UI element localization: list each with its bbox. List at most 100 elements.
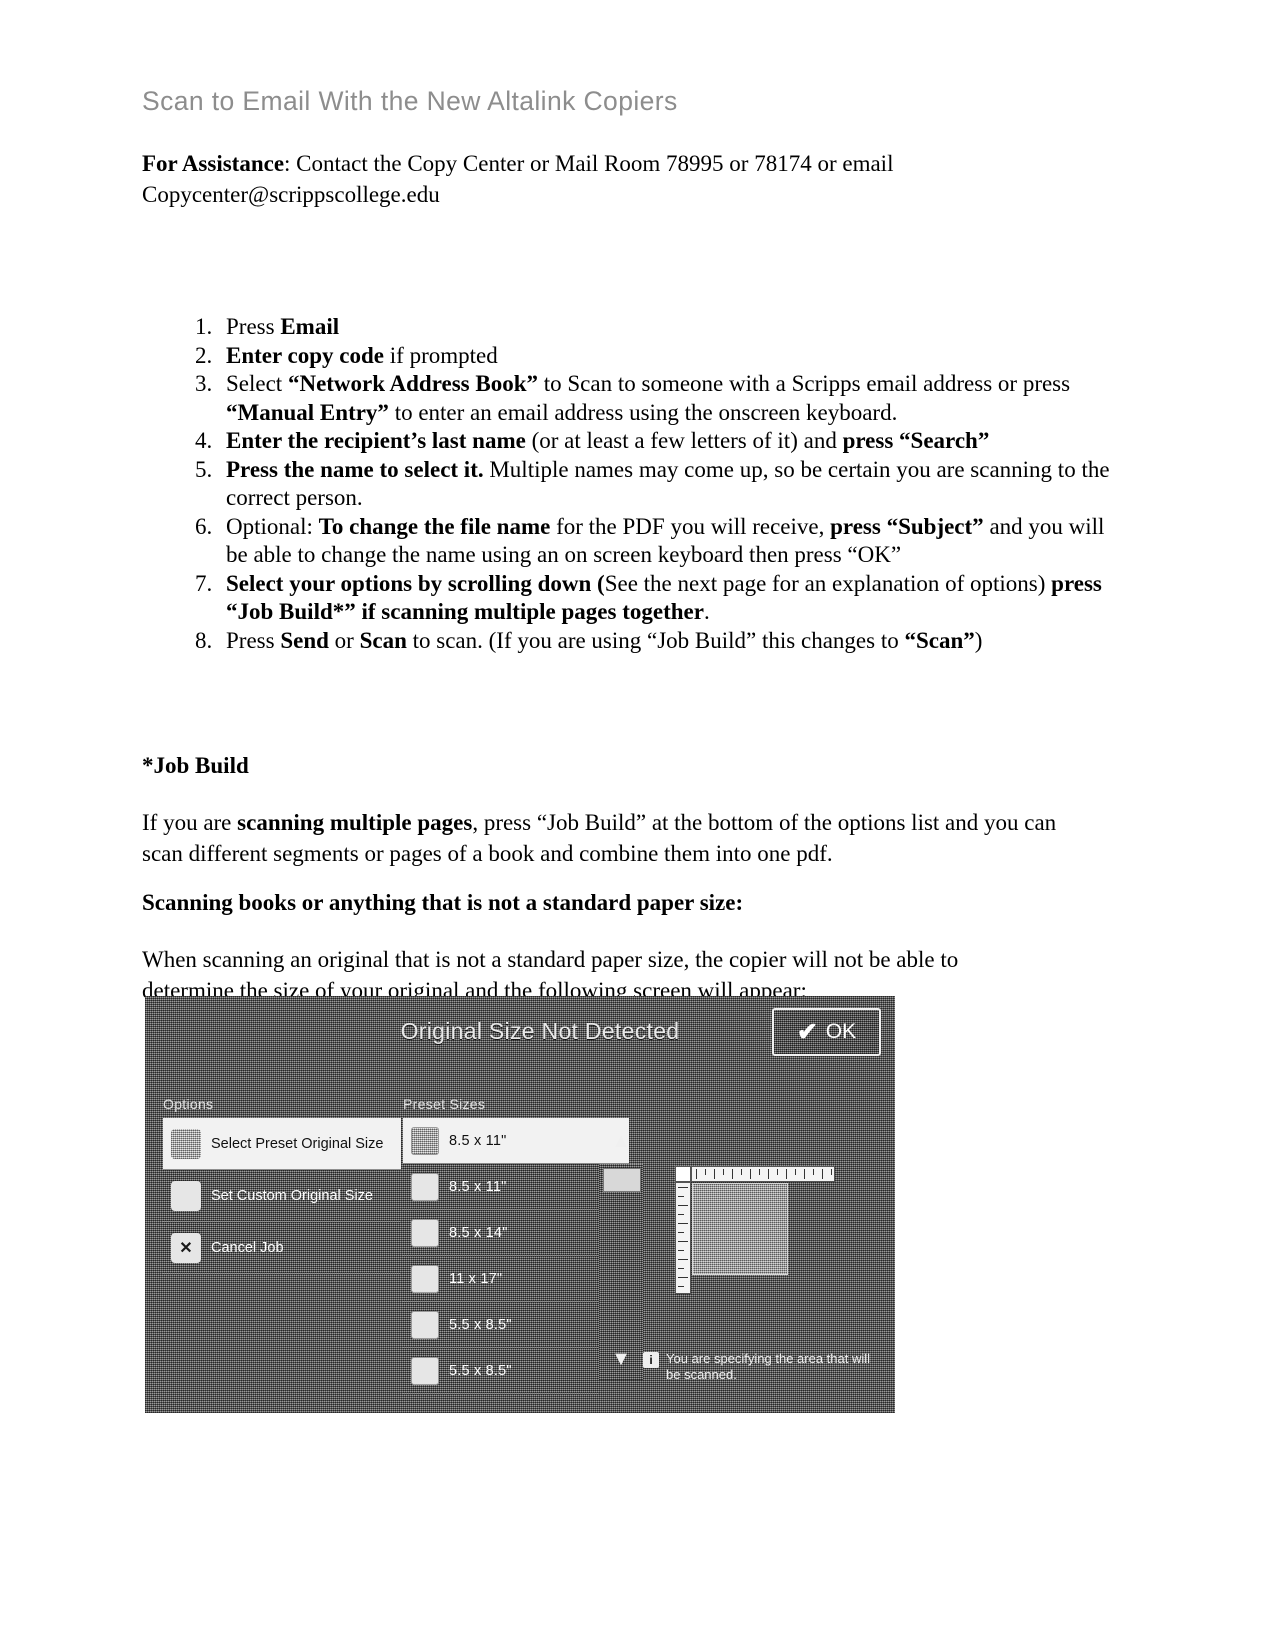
paper-size-icon [411, 1264, 439, 1293]
ruler-tick [678, 1196, 684, 1197]
ruler-corner [675, 1166, 691, 1182]
step-text: (or at least a few letters of it) and [525, 428, 843, 453]
preset-size-row[interactable]: 11 x 17" [403, 1256, 599, 1302]
step-text: See the next page for an explanation of … [604, 570, 1052, 596]
job-build-paragraph: If you are scanning multiple pages, pres… [142, 807, 1062, 869]
step-text: Optional: [226, 513, 319, 539]
job-build-heading: *Job Build [142, 753, 249, 778]
step-text: or [328, 627, 360, 653]
ruler-tick [741, 1169, 742, 1175]
step-item: Press Send or Scan to scan. (If you are … [218, 627, 1128, 656]
ruler-tick [768, 1169, 769, 1179]
job-build-pre: If you are [142, 810, 238, 835]
step-item: Optional: To change the file name for th… [218, 513, 1128, 570]
step-text: Press the name to select it. [226, 456, 484, 482]
ruler-tick [804, 1169, 805, 1179]
option-row[interactable]: Select Preset Original Size [163, 1118, 401, 1170]
ruler-tick [678, 1232, 684, 1233]
ruler-tick [750, 1169, 751, 1179]
step-item: Enter the recipient’s last name (or at l… [218, 427, 1128, 456]
checkmark-icon: ✔ [796, 1017, 818, 1046]
scrollbar-thumb[interactable] [603, 1168, 641, 1192]
info-icon: i [643, 1352, 659, 1368]
ruler-horizontal [691, 1166, 835, 1182]
preset-size-icon [171, 1128, 201, 1159]
options-list: Select Preset Original Size Set Custom Or… [163, 1118, 401, 1276]
step-item: Select “Network Address Book” to Scan to… [218, 370, 1128, 427]
preset-size-label: 8.5 x 11" [449, 1178, 507, 1195]
scroll-down-icon[interactable]: ▼ [599, 1338, 643, 1380]
ruler-tick [678, 1241, 688, 1242]
job-build-bold: scanning multiple pages [237, 810, 473, 835]
step-item: Press the name to select it. Multiple na… [218, 456, 1128, 513]
step-text: “Manual Entry” [226, 399, 389, 425]
ruler-tick [678, 1259, 688, 1260]
ruler-tick [732, 1169, 733, 1179]
step-text: to enter an email address using the onsc… [388, 399, 898, 425]
ruler-tick [714, 1169, 715, 1179]
preset-size-row[interactable]: 8.5 x 11" [403, 1164, 599, 1210]
step-item: Select your options by scrolling down (S… [218, 570, 1128, 627]
scan-area-rectangle[interactable] [692, 1183, 788, 1275]
paper-size-icon [411, 1310, 439, 1339]
ok-button-label: OK [825, 1020, 857, 1043]
preset-size-row[interactable]: 8.5 x 14" [403, 1210, 599, 1256]
copier-screenshot: Original Size Not Detected ✔ OK Options … [145, 996, 895, 1413]
step-text: Press [226, 314, 281, 339]
step-text: Press [226, 627, 281, 653]
ruler-tick [678, 1250, 684, 1251]
copier-screen-title: Original Size Not Detected [400, 1018, 680, 1044]
ruler-tick [813, 1169, 814, 1175]
ruler-tick [777, 1169, 778, 1175]
step-text: for the PDF you will receive, [550, 513, 831, 539]
option-row[interactable]: Set Custom Original Size [163, 1170, 401, 1222]
scan-area-preview [675, 1166, 835, 1294]
preset-size-label: 8.5 x 11" [449, 1132, 507, 1149]
option-label: Set Custom Original Size [211, 1187, 373, 1204]
step-item: Enter copy code if prompted [218, 342, 1128, 371]
step-text: Select [226, 371, 288, 396]
ruler-tick [795, 1169, 796, 1175]
paper-size-icon [411, 1218, 439, 1247]
custom-size-icon [171, 1180, 201, 1211]
ruler-tick [696, 1169, 697, 1179]
step-text: Send [280, 627, 329, 653]
ruler-tick [678, 1223, 688, 1224]
preset-size-label: 8.5 x 14" [449, 1224, 508, 1241]
preset-size-label: 11 x 17" [449, 1270, 503, 1287]
option-label: Cancel Job [211, 1239, 284, 1256]
ruler-tick [831, 1169, 832, 1175]
option-label: Select Preset Original Size [211, 1135, 384, 1152]
paper-size-icon [411, 1172, 439, 1201]
scan-area-hint: i You are specifying the area that will … [643, 1351, 875, 1383]
step-text: ) [974, 627, 983, 653]
step-text: Scan [359, 627, 407, 653]
ruler-tick [678, 1214, 684, 1215]
assistance-label: For Assistance [142, 151, 285, 176]
step-text: “Scan” [904, 627, 975, 653]
preset-size-row[interactable]: 8.5 x 11" [403, 1118, 629, 1164]
ruler-tick [822, 1169, 823, 1179]
scroll-up-icon[interactable]: ▲ [599, 1120, 643, 1162]
cancel-x-icon: ✕ [171, 1232, 201, 1263]
options-column-label: Options [163, 1096, 214, 1112]
ok-button[interactable]: ✔ OK [772, 1008, 881, 1056]
preset-scrollbar[interactable]: ▲ ▼ [599, 1130, 643, 1380]
step-text: if prompted [384, 342, 498, 368]
preset-size-row[interactable]: 5.5 x 8.5" [403, 1302, 599, 1348]
step-text: to Scan to someone with a Scripps email … [538, 371, 1071, 396]
option-row[interactable]: ✕ Cancel Job [163, 1222, 401, 1274]
step-text: “Network Address Book” [287, 371, 538, 396]
ruler-tick [678, 1205, 688, 1206]
page-title: Scan to Email With the New Altalink Copi… [142, 86, 678, 116]
step-text: Select your options by scrolling down ( [226, 570, 605, 596]
step-text: Email [280, 314, 340, 339]
preset-size-label: 5.5 x 8.5" [449, 1362, 512, 1379]
document-page: Scan to Email With the New Altalink Copi… [0, 0, 1275, 1650]
preset-sizes-list: 8.5 x 11" 8.5 x 11" 8.5 x 14" 11 x 17" 5.5 x… [403, 1118, 629, 1394]
preset-size-row[interactable]: 5.5 x 8.5" [403, 1348, 599, 1394]
ruler-tick [678, 1277, 688, 1278]
step-text: Enter copy code [226, 342, 385, 368]
step-item: Press Email [218, 313, 1128, 342]
ruler-vertical [675, 1182, 691, 1294]
